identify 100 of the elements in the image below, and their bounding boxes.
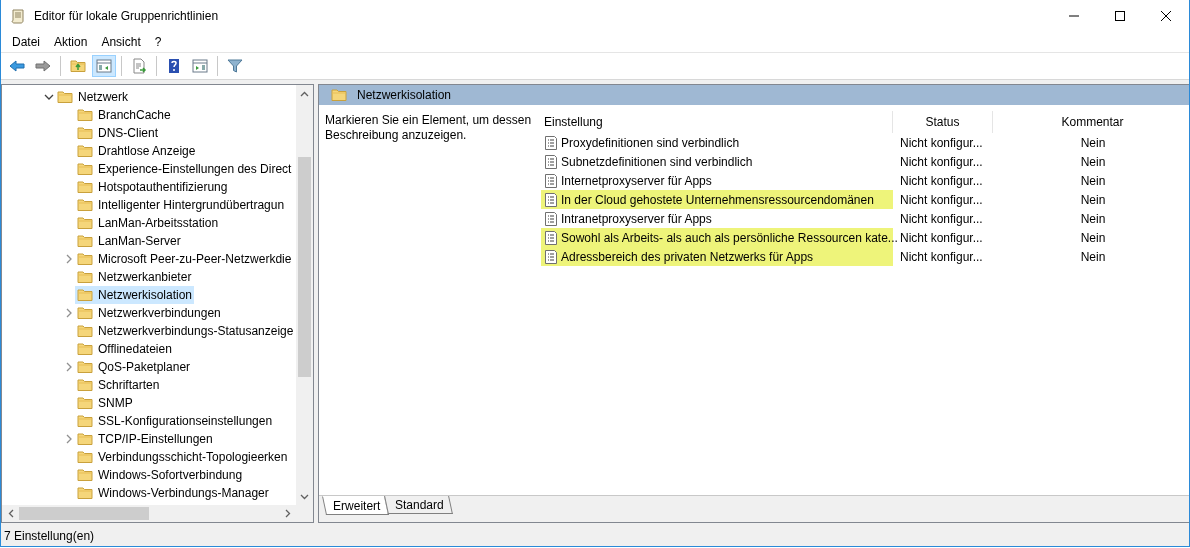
folder-icon <box>77 431 93 447</box>
comment-cell-text: Nein <box>1079 249 1107 264</box>
tree-item[interactable]: Windows-Sofortverbindung <box>75 466 245 484</box>
folder-icon <box>77 287 93 303</box>
horizontal-scrollbar[interactable] <box>2 505 313 522</box>
status-cell-text: Nicht konfigur... <box>899 192 984 207</box>
menu-item[interactable]: Ansicht <box>94 35 148 49</box>
vertical-scrollbar[interactable] <box>296 85 313 505</box>
policy-icon <box>545 173 557 188</box>
tree-item[interactable]: SSL-Konfigurationseinstellungen <box>75 412 275 430</box>
column-header[interactable]: Kommentar <box>993 111 1190 133</box>
folder-icon <box>77 413 93 429</box>
menu-item[interactable]: Datei <box>5 35 47 49</box>
folder-icon <box>77 197 93 213</box>
maximize-icon <box>1115 11 1125 21</box>
tree-item[interactable]: BranchCache <box>75 106 173 124</box>
forward-icon <box>35 58 51 74</box>
status-cell-text: Nicht konfigur... <box>899 211 984 226</box>
export-icon <box>131 58 147 74</box>
policy-icon <box>545 211 557 226</box>
folder-icon <box>77 323 93 339</box>
back-icon <box>9 58 25 74</box>
view-tab[interactable]: Standard <box>384 496 453 514</box>
folder-icon <box>77 125 93 141</box>
tree-item[interactable]: Netzwerkverbindungen <box>75 304 223 322</box>
expand-chevron-icon[interactable] <box>66 308 72 318</box>
tree-item[interactable]: Netzwerkverbindungs-Statusanzeige <box>75 322 296 340</box>
folder-icon <box>77 143 93 159</box>
pane-toggle-icon <box>192 58 208 74</box>
folder-icon <box>77 107 93 123</box>
tree-item[interactable]: Netzwerk <box>55 88 130 106</box>
folder-icon <box>77 251 93 267</box>
minimize-icon <box>1069 15 1079 17</box>
help-icon <box>166 58 182 74</box>
status-cell-text: Nicht konfigur... <box>899 135 984 150</box>
comment-cell-text: Nein <box>1079 135 1107 150</box>
tree-item[interactable]: DNS-Client <box>75 124 160 142</box>
tree-item[interactable]: Offlinedateien <box>75 340 174 358</box>
folder-icon <box>77 233 93 249</box>
tree-item[interactable]: Experience-Einstellungen des Direct <box>75 160 294 178</box>
column-header[interactable]: Status <box>893 111 993 133</box>
policy-icon <box>545 249 557 264</box>
tree-item[interactable]: LanMan-Server <box>75 232 183 250</box>
tree-item[interactable]: Verbindungsschicht-Topologieerken <box>75 448 290 466</box>
pane-toggle-button[interactable] <box>92 55 116 77</box>
folder-icon <box>77 449 93 465</box>
tree-item[interactable]: Hotspotauthentifizierung <box>75 178 230 196</box>
scroll-up-icon[interactable] <box>300 90 309 97</box>
description-text: Markieren Sie ein Element, um dessen Beschreibung anzuzeigen. <box>324 112 533 144</box>
tree-item[interactable]: SNMP <box>75 394 135 412</box>
setting-cell[interactable]: Internetproxyserver für Apps <box>541 171 893 190</box>
menu-item[interactable]: ? <box>147 35 169 49</box>
tree-item[interactable]: Schriftarten <box>75 376 162 394</box>
collapse-chevron-icon[interactable] <box>44 94 54 100</box>
policy-icon <box>545 135 557 150</box>
view-tab[interactable]: Erweitert <box>322 496 390 515</box>
tree-item[interactable]: Drahtlose Anzeige <box>75 142 198 160</box>
scroll-right-icon[interactable] <box>284 509 291 518</box>
tree-item[interactable]: Netzwerkisolation <box>75 286 195 304</box>
setting-cell[interactable]: Adressbereich des privaten Netzwerks für Apps <box>541 247 893 266</box>
expand-chevron-icon[interactable] <box>66 362 72 372</box>
comment-cell-text: Nein <box>1079 211 1107 226</box>
folder-icon <box>77 179 93 195</box>
setting-cell[interactable]: Proxydefinitionen sind verbindlich <box>541 133 893 152</box>
tree-item[interactable]: Windows-Verbindungs-Manager <box>75 484 271 502</box>
policy-icon <box>545 192 557 207</box>
status-text: 7 Einstellung(en) <box>4 528 95 543</box>
tree-item[interactable]: LanMan-Arbeitsstation <box>75 214 221 232</box>
policy-icon <box>545 230 557 245</box>
setting-cell[interactable]: Subnetzdefinitionen sind verbindlich <box>541 152 893 171</box>
menu-item[interactable]: Aktion <box>47 35 95 49</box>
folder-icon <box>77 269 93 285</box>
folder-icon <box>57 89 73 105</box>
comment-cell-text: Nein <box>1079 230 1107 245</box>
scroll-icon <box>10 8 26 24</box>
tree-item[interactable]: Netzwerkanbieter <box>75 268 194 286</box>
pane-toggle-icon <box>96 58 112 74</box>
setting-cell[interactable]: In der Cloud gehostete Unternehmensressourcendomänen <box>541 190 893 209</box>
folder-icon <box>77 395 93 411</box>
expand-chevron-icon[interactable] <box>66 434 72 444</box>
comment-cell-text: Nein <box>1079 173 1107 188</box>
expand-chevron-icon[interactable] <box>66 254 72 264</box>
scroll-left-icon[interactable] <box>7 509 14 518</box>
close-icon <box>1161 11 1171 21</box>
tree-item[interactable]: Intelligenter Hintergrundübertragun <box>75 196 287 214</box>
tree-item[interactable]: Microsoft Peer-zu-Peer-Netzwerkdie <box>75 250 294 268</box>
comment-cell-text: Nein <box>1079 192 1107 207</box>
status-cell-text: Nicht konfigur... <box>899 249 984 264</box>
column-header[interactable]: Einstellung <box>541 111 893 133</box>
tree-item[interactable]: TCP/IP-Einstellungen <box>75 430 215 448</box>
folder-icon <box>331 87 347 103</box>
scroll-down-icon[interactable] <box>300 493 309 500</box>
folder-icon <box>77 161 93 177</box>
status-cell-text: Nicht konfigur... <box>899 154 984 169</box>
folder-icon <box>77 215 93 231</box>
folder-icon <box>77 341 93 357</box>
window-title: Editor für lokale Gruppenrichtlinien <box>34 9 219 23</box>
pane-title: Netzwerkisolation <box>357 88 452 102</box>
setting-cell[interactable]: Intranetproxyserver für Apps <box>541 209 893 228</box>
tree-item[interactable]: QoS-Paketplaner <box>75 358 193 376</box>
